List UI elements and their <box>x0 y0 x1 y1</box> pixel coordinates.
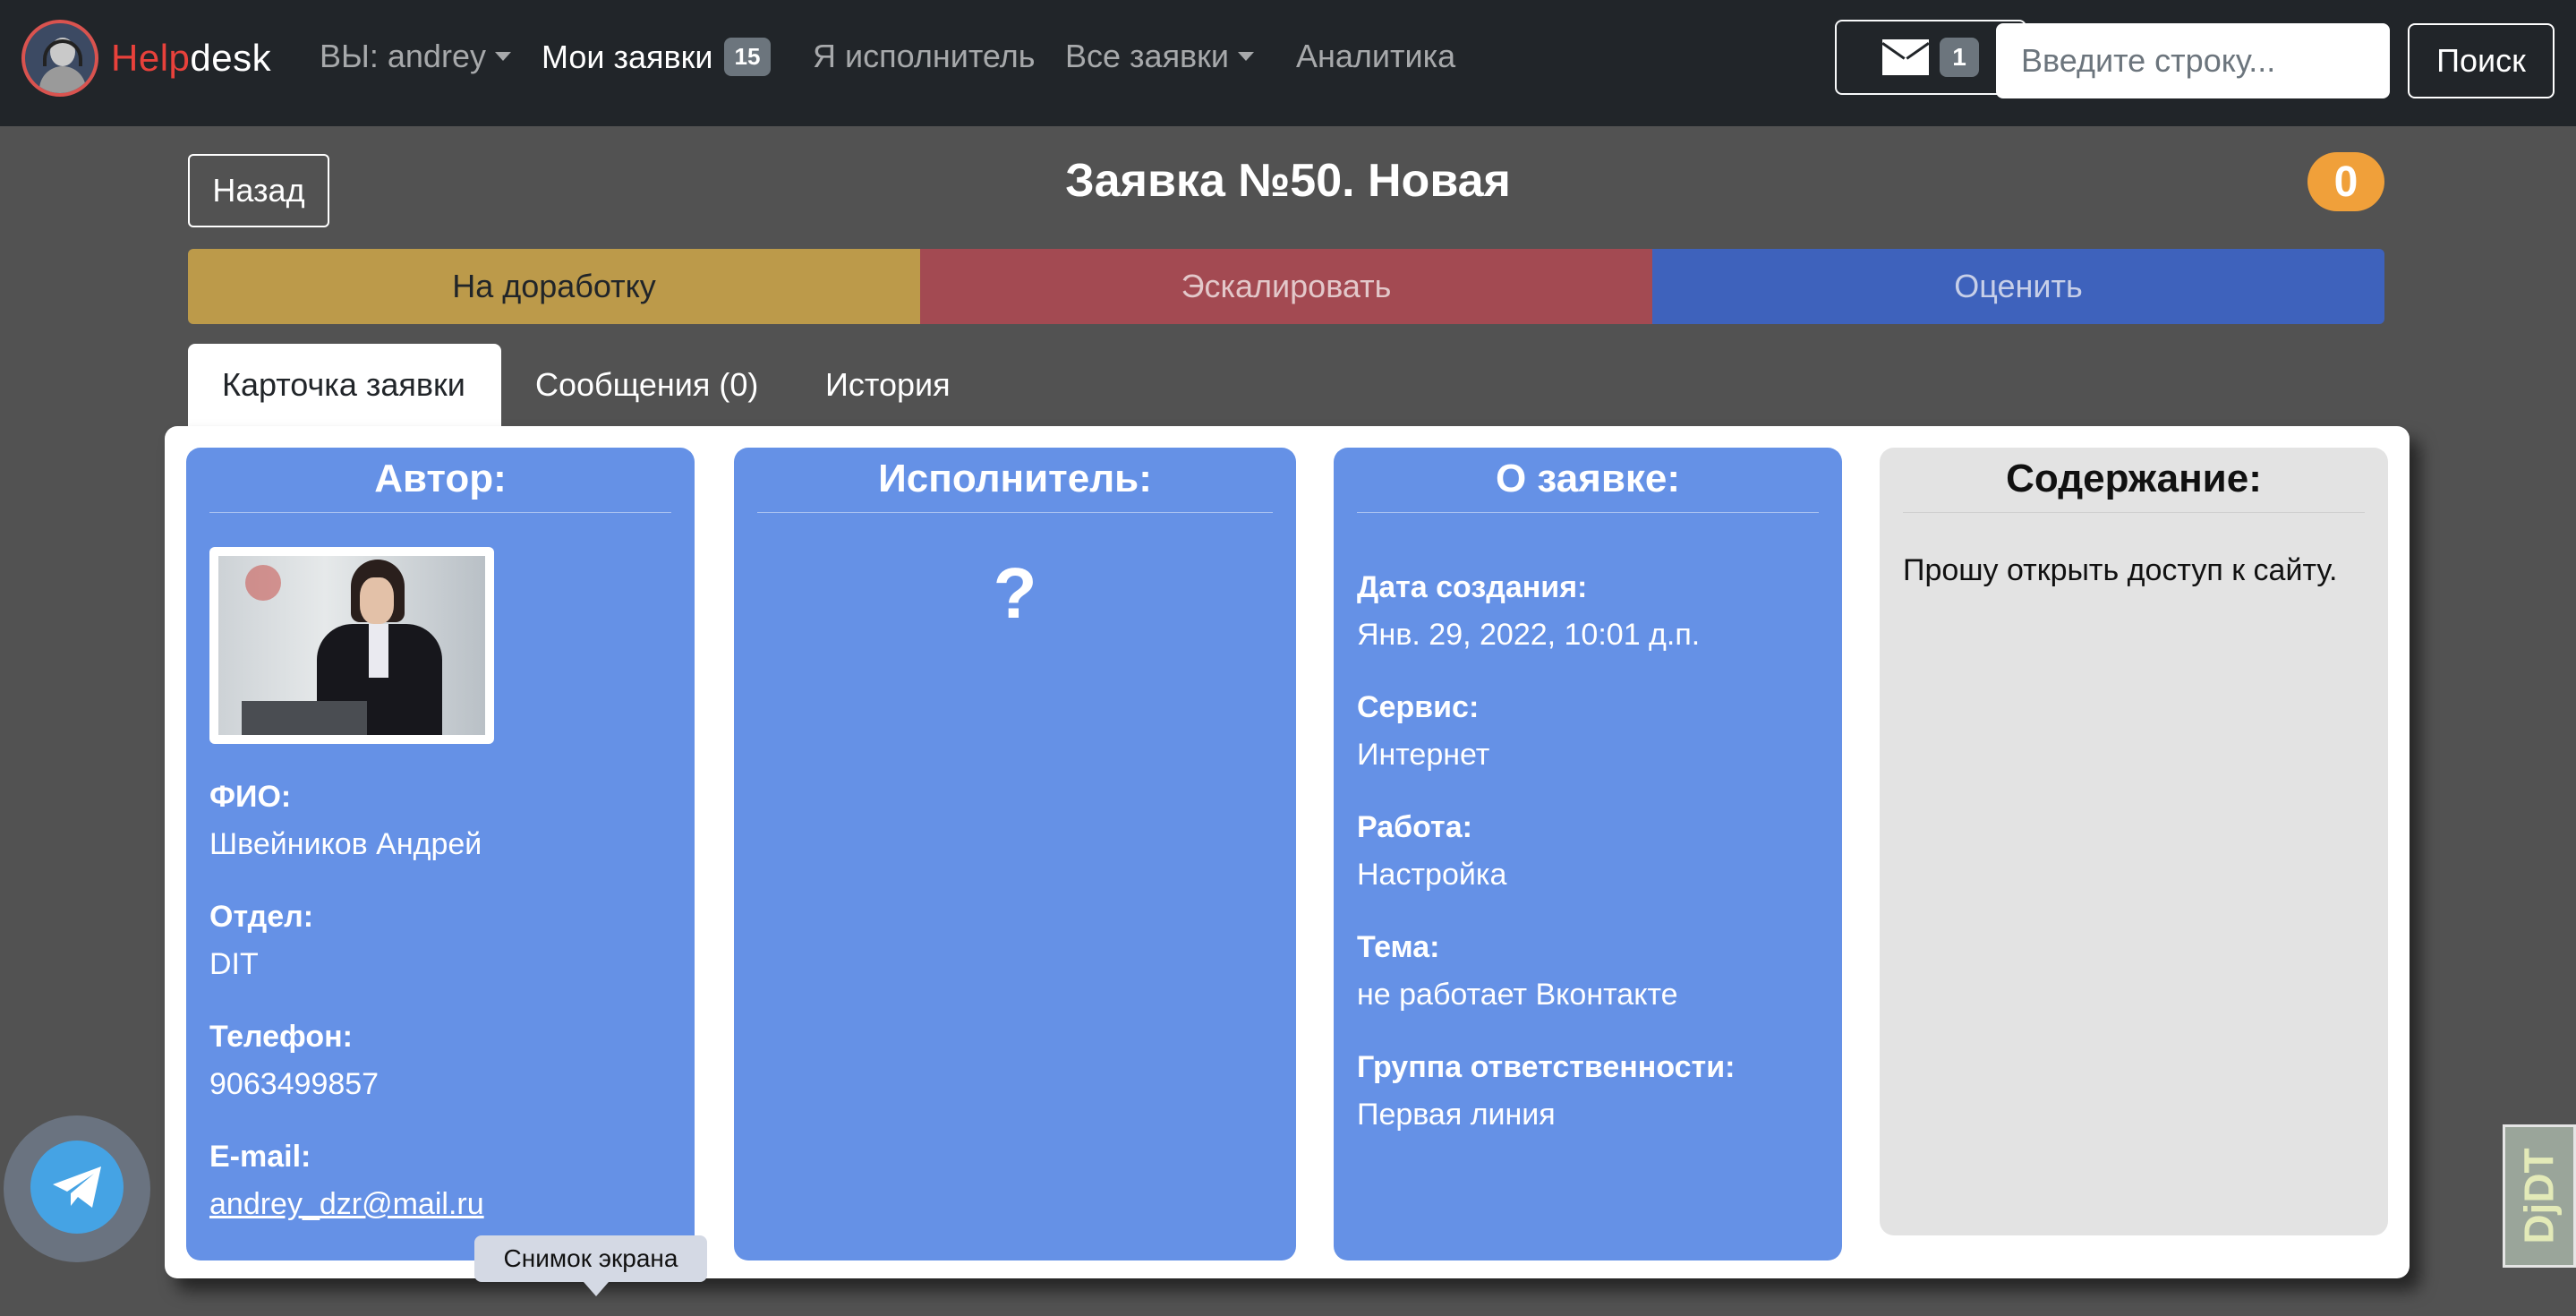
telegram-icon <box>30 1141 124 1234</box>
debug-toolbar-handle[interactable]: DjDT <box>2503 1124 2576 1268</box>
responsibility-group-label: Группа ответственности: <box>1357 1050 1736 1084</box>
user-menu-dropdown[interactable]: ВЫ: andrey <box>320 38 511 75</box>
content-card: Содержание: Прошу открыть доступ к сайту… <box>1880 448 2388 1235</box>
search-button[interactable]: Поиск <box>2408 23 2555 98</box>
user-menu-label: ВЫ: andrey <box>320 38 486 74</box>
executor-card: Исполнитель: ? <box>734 448 1296 1260</box>
about-heading: О заявке: <box>1357 448 1819 513</box>
nav-analytics-label: Аналитика <box>1296 38 1456 74</box>
tab-label: Карточка заявки <box>222 366 465 403</box>
my-requests-count-badge: 15 <box>723 38 772 76</box>
page-title: Заявка №50. Новая <box>1065 155 1511 207</box>
author-phone-label: Телефон: <box>209 1020 353 1054</box>
counter-badge: 0 <box>2307 152 2384 211</box>
all-requests-label: Все заявки <box>1065 38 1230 74</box>
tab-label: Сообщения (0) <box>535 366 759 403</box>
author-heading: Автор: <box>209 448 671 513</box>
author-email-link[interactable]: andrey_dzr@mail.ru <box>209 1187 484 1221</box>
brand[interactable]: Helpdesk <box>21 20 271 97</box>
envelope-icon <box>1882 39 1930 75</box>
chevron-down-icon <box>1238 52 1255 61</box>
nav-executor-label: Я исполнитель <box>813 38 1036 74</box>
search-input[interactable] <box>1996 23 2390 98</box>
topic-value: не работает Вконтакте <box>1357 978 1678 1012</box>
helpdesk-logo-icon <box>21 20 98 97</box>
nav-analytics[interactable]: Аналитика <box>1296 38 1455 75</box>
content-heading: Содержание: <box>1903 448 2365 513</box>
author-name-label: ФИО: <box>209 780 292 814</box>
screenshot-tooltip: Снимок экрана <box>474 1235 707 1296</box>
executor-unknown-icon: ? <box>993 553 1037 633</box>
author-card: Автор: ФИО: Швейников Андрей Отдел: DIT … <box>186 448 695 1260</box>
tab-label: История <box>825 366 951 403</box>
brand-name: Helpdesk <box>111 37 272 79</box>
tab-request-card[interactable]: Карточка заявки <box>188 344 501 426</box>
work-label: Работа: <box>1357 810 1472 844</box>
author-photo <box>209 547 494 744</box>
rework-button[interactable]: На доработку <box>188 249 920 324</box>
topic-label: Тема: <box>1357 930 1440 964</box>
work-value: Настройка <box>1357 858 1507 892</box>
tab-messages[interactable]: Сообщения (0) <box>501 344 792 426</box>
request-card-panel: Автор: ФИО: Швейников Андрей Отдел: DIT … <box>165 426 2410 1278</box>
tab-history[interactable]: История <box>791 344 985 426</box>
all-requests-dropdown[interactable]: Все заявки <box>1065 38 1255 75</box>
service-value: Интернет <box>1357 738 1490 772</box>
created-date-value: Янв. 29, 2022, 10:01 д.п. <box>1357 618 1701 652</box>
author-department-label: Отдел: <box>209 900 314 934</box>
executor-heading: Исполнитель: <box>757 448 1273 513</box>
author-email-label: E-mail: <box>209 1140 311 1174</box>
telegram-button[interactable] <box>4 1115 150 1262</box>
escalate-button[interactable]: Эскалировать <box>920 249 1652 324</box>
debug-toolbar-label: DjDT <box>2516 1148 2563 1244</box>
author-phone-value: 9063499857 <box>209 1067 380 1101</box>
content-text: Прошу открыть доступ к сайту. <box>1903 553 2338 587</box>
mail-count-badge: 1 <box>1940 38 1979 77</box>
about-card: О заявке: Дата создания: Янв. 29, 2022, … <box>1334 448 1842 1260</box>
author-name-value: Швейников Андрей <box>209 827 482 861</box>
nav-my-requests-label: Мои заявки <box>542 38 713 75</box>
responsibility-group-value: Первая линия <box>1357 1098 1556 1132</box>
service-label: Сервис: <box>1357 690 1480 724</box>
nav-my-requests[interactable]: Мои заявки 15 <box>542 38 772 76</box>
nav-executor[interactable]: Я исполнитель <box>813 38 1036 75</box>
top-navbar: Helpdesk ВЫ: andrey Мои заявки 15 Я испо… <box>0 0 2576 126</box>
chevron-down-icon <box>494 52 511 61</box>
created-date-label: Дата создания: <box>1357 570 1588 604</box>
author-department-value: DIT <box>209 947 259 981</box>
rate-button[interactable]: Оценить <box>1652 249 2384 324</box>
